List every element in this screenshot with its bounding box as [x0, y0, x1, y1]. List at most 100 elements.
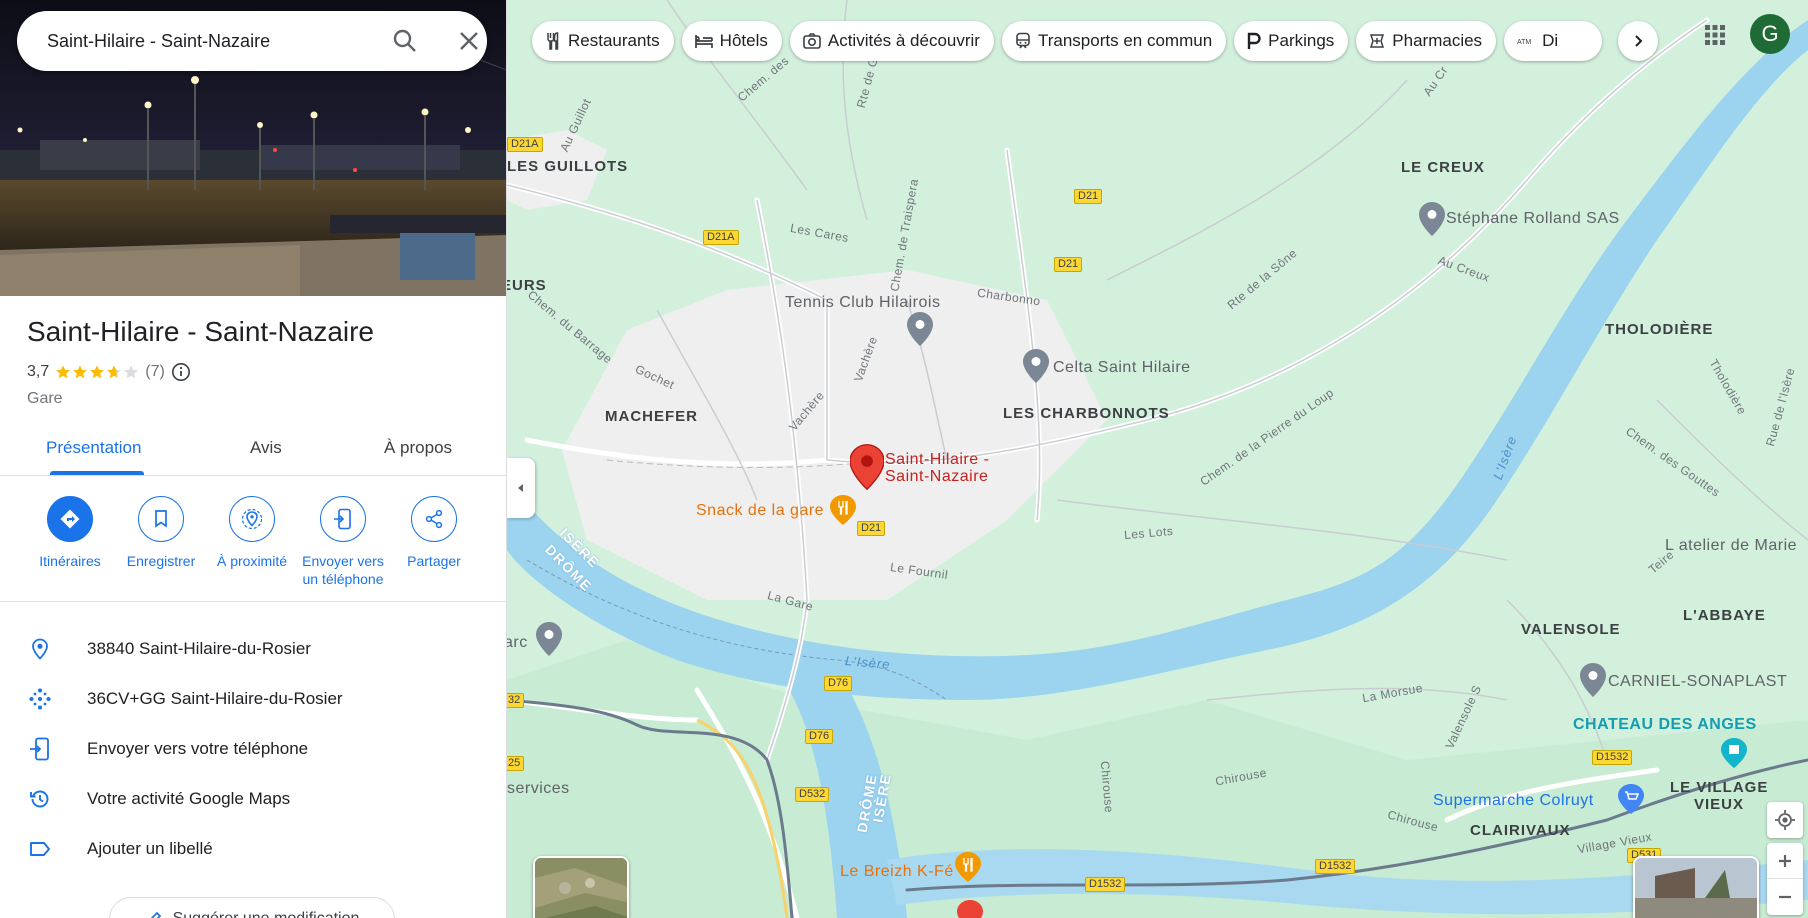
info-icon[interactable]	[171, 362, 191, 382]
info-row-activity[interactable]: Votre activité Google Maps	[0, 774, 506, 824]
search-input[interactable]	[47, 30, 347, 52]
chip-label: Pharmacies	[1392, 31, 1483, 50]
location-pin-icon	[32, 638, 48, 660]
save-button[interactable]: Enregistrer	[115, 496, 207, 570]
nearby-button[interactable]: À proximité	[206, 496, 298, 570]
action-label-line: Envoyer vers	[302, 553, 384, 569]
map-area-label: CLAIRIVAUX	[1470, 822, 1571, 839]
zoom-in-button[interactable]	[1767, 843, 1803, 879]
action-label: Enregistrer	[126, 553, 196, 569]
chip-pharmacies[interactable]: Pharmacies	[1356, 21, 1497, 61]
suggest-edit-button[interactable]: Suggérer une modification	[109, 897, 395, 918]
map-area-label: LES GUILLOTS	[507, 158, 629, 175]
shopping-poi-icon[interactable]	[1618, 784, 1644, 814]
place-panel: Saint-Hilaire - Saint-Nazaire 3,7 (7) Ga…	[0, 0, 507, 918]
poi-pin-icon[interactable]	[907, 312, 933, 346]
restaurant-poi-icon[interactable]	[955, 852, 981, 882]
poi-label[interactable]: L atelier de Marie	[1665, 537, 1797, 555]
poi-label[interactable]: Celta Saint Hilaire	[1053, 359, 1191, 377]
chip-transit[interactable]: Transports en commun	[1001, 21, 1227, 61]
apps-grid-icon	[1705, 25, 1725, 45]
google-apps-button[interactable]	[1698, 18, 1732, 52]
send-to-phone-button[interactable]: Envoyer vers un téléphone	[297, 496, 389, 588]
action-label-line: un téléphone	[302, 571, 384, 587]
poi-pin-icon[interactable]	[1023, 349, 1049, 383]
send-to-phone-button-circle	[320, 496, 366, 542]
poi-marker-icon[interactable]	[957, 900, 983, 918]
poi-pin-icon[interactable]	[1580, 663, 1606, 697]
place-title: Saint-Hilaire - Saint-Nazaire	[27, 316, 375, 347]
street-view-thumbnail[interactable]	[1633, 856, 1759, 918]
camera-icon	[803, 33, 821, 49]
chip-label: Activités à découvrir	[827, 31, 980, 50]
share-button[interactable]: Partager	[388, 496, 480, 570]
send-phone-text: Envoyer vers votre téléphone	[87, 739, 309, 758]
info-row-send-phone[interactable]: Envoyer vers votre téléphone	[0, 724, 506, 774]
road-badge: 32	[507, 693, 525, 708]
my-location-button[interactable]	[1767, 802, 1803, 838]
active-tab-indicator	[50, 471, 144, 475]
action-label: Envoyer vers un téléphone	[297, 552, 389, 588]
poi-label[interactable]: Snack de la gare	[696, 502, 824, 520]
chip-activities[interactable]: Activités à découvrir	[789, 21, 994, 61]
attraction-poi-icon[interactable]	[1721, 738, 1747, 768]
poi-label[interactable]: Tennis Club Hilairois	[785, 294, 940, 312]
poi-label[interactable]: CARNIEL-SONAPLAST	[1608, 673, 1787, 691]
share-icon	[425, 509, 443, 529]
tab-a-propos[interactable]: À propos	[384, 438, 452, 458]
account-avatar[interactable]: G	[1750, 14, 1790, 54]
chips-next-button[interactable]	[1618, 21, 1658, 61]
poi-label[interactable]: Stéphane Rolland SAS	[1446, 210, 1620, 228]
selected-place-pin-icon[interactable]	[850, 444, 884, 490]
chip-parkings[interactable]: Parkings	[1234, 21, 1349, 61]
directions-button[interactable]: Itinéraires	[24, 496, 116, 570]
search-box	[17, 11, 487, 71]
share-button-circle	[411, 496, 457, 542]
rating-row[interactable]: 3,7 (7)	[27, 362, 191, 382]
place-category[interactable]: Gare	[27, 390, 63, 408]
suggest-edit-label: Suggérer une modification	[173, 910, 360, 918]
zoom-out-button[interactable]	[1767, 879, 1803, 915]
label-text: Ajouter un libellé	[87, 839, 213, 858]
transit-icon	[1016, 32, 1030, 49]
poi-pin-icon[interactable]	[536, 622, 562, 656]
poi-label[interactable]: Supermarche Colruyt	[1433, 792, 1594, 810]
road-badge: D21	[857, 521, 886, 536]
minus-icon	[1779, 895, 1791, 899]
star-full-icon	[56, 365, 71, 379]
restaurant-poi-icon[interactable]	[830, 495, 856, 525]
nearby-button-circle	[229, 496, 275, 542]
info-row-label[interactable]: Ajouter un libellé	[0, 824, 506, 874]
plus-code-icon	[29, 688, 51, 710]
selected-place-label-line: Saint-Nazaire	[885, 468, 989, 485]
search-icon[interactable]	[392, 28, 418, 54]
tab-avis[interactable]: Avis	[250, 438, 282, 458]
place-tabs: Présentation Avis À propos	[0, 426, 506, 476]
atm-icon: ATM	[1517, 39, 1531, 46]
chip-hotels[interactable]: Hôtels	[681, 21, 782, 61]
map-area-label: L'ABBAYE	[1683, 607, 1766, 624]
layers-toggle-button[interactable]	[533, 856, 629, 918]
collapse-panel-button[interactable]	[507, 458, 535, 518]
selected-place-label[interactable]: Saint-Hilaire - Saint-Nazaire	[885, 451, 989, 485]
poi-label[interactable]: Le Breizh K-Fé	[840, 863, 954, 881]
tab-presentation[interactable]: Présentation	[46, 438, 141, 458]
poi-pin-icon[interactable]	[1419, 202, 1445, 236]
action-label: Partager	[407, 553, 461, 569]
directions-button-circle	[47, 496, 93, 542]
poi-label[interactable]: arc	[507, 634, 528, 652]
close-icon[interactable]	[457, 29, 481, 53]
chip-restaurants[interactable]: Restaurants	[532, 21, 674, 61]
poi-label[interactable]: services	[507, 780, 570, 798]
bookmark-icon	[155, 510, 167, 528]
review-count[interactable]: (7)	[145, 363, 165, 381]
pharmacy-icon	[1370, 34, 1385, 48]
info-row-plus-code[interactable]: 36CV+GG Saint-Hilaire-du-Rosier	[0, 674, 506, 724]
chip-atm[interactable]: ATM Di	[1504, 21, 1603, 61]
map-canvas[interactable]: LES GUILLOTS EURS MACHEFER LES CHARBONNO…	[507, 0, 1808, 918]
star-half-icon	[107, 365, 122, 379]
info-row-address[interactable]: 38840 Saint-Hilaire-du-Rosier	[0, 624, 506, 674]
road-badge: D1532	[1315, 859, 1356, 874]
star-full-icon	[73, 365, 88, 379]
poi-label[interactable]: CHATEAU DES ANGES	[1573, 716, 1757, 734]
